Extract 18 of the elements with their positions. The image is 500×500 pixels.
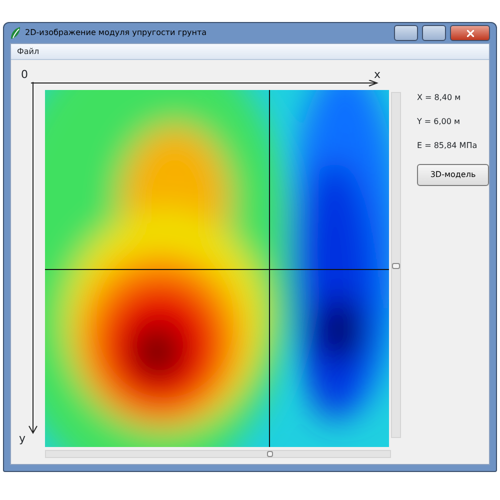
readout-text: Y = 6,00 м [417, 116, 462, 128]
readout-text: X = 8,40 м [417, 92, 462, 104]
horizontal-slider[interactable] [45, 450, 391, 458]
maximize-button[interactable] [422, 25, 446, 41]
origin-label: 0 [21, 69, 28, 80]
close-icon [466, 30, 474, 36]
slider-thumb[interactable] [267, 451, 273, 457]
vertical-slider[interactable] [391, 92, 401, 438]
minimize-button[interactable] [394, 25, 418, 41]
3d-model-button[interactable]: 3D-модель [417, 164, 489, 186]
menu-item[interactable]: Файл [15, 46, 42, 58]
leaf-icon [10, 27, 21, 39]
x-axis-label: x [374, 69, 381, 80]
slider-thumb[interactable] [392, 263, 400, 269]
readout-text: E = 85,84 МПа [417, 140, 478, 152]
close-button[interactable] [450, 25, 490, 41]
window-title: 2D-изображение модуля упругости грунта [25, 27, 207, 39]
y-axis-label: y [19, 433, 26, 444]
